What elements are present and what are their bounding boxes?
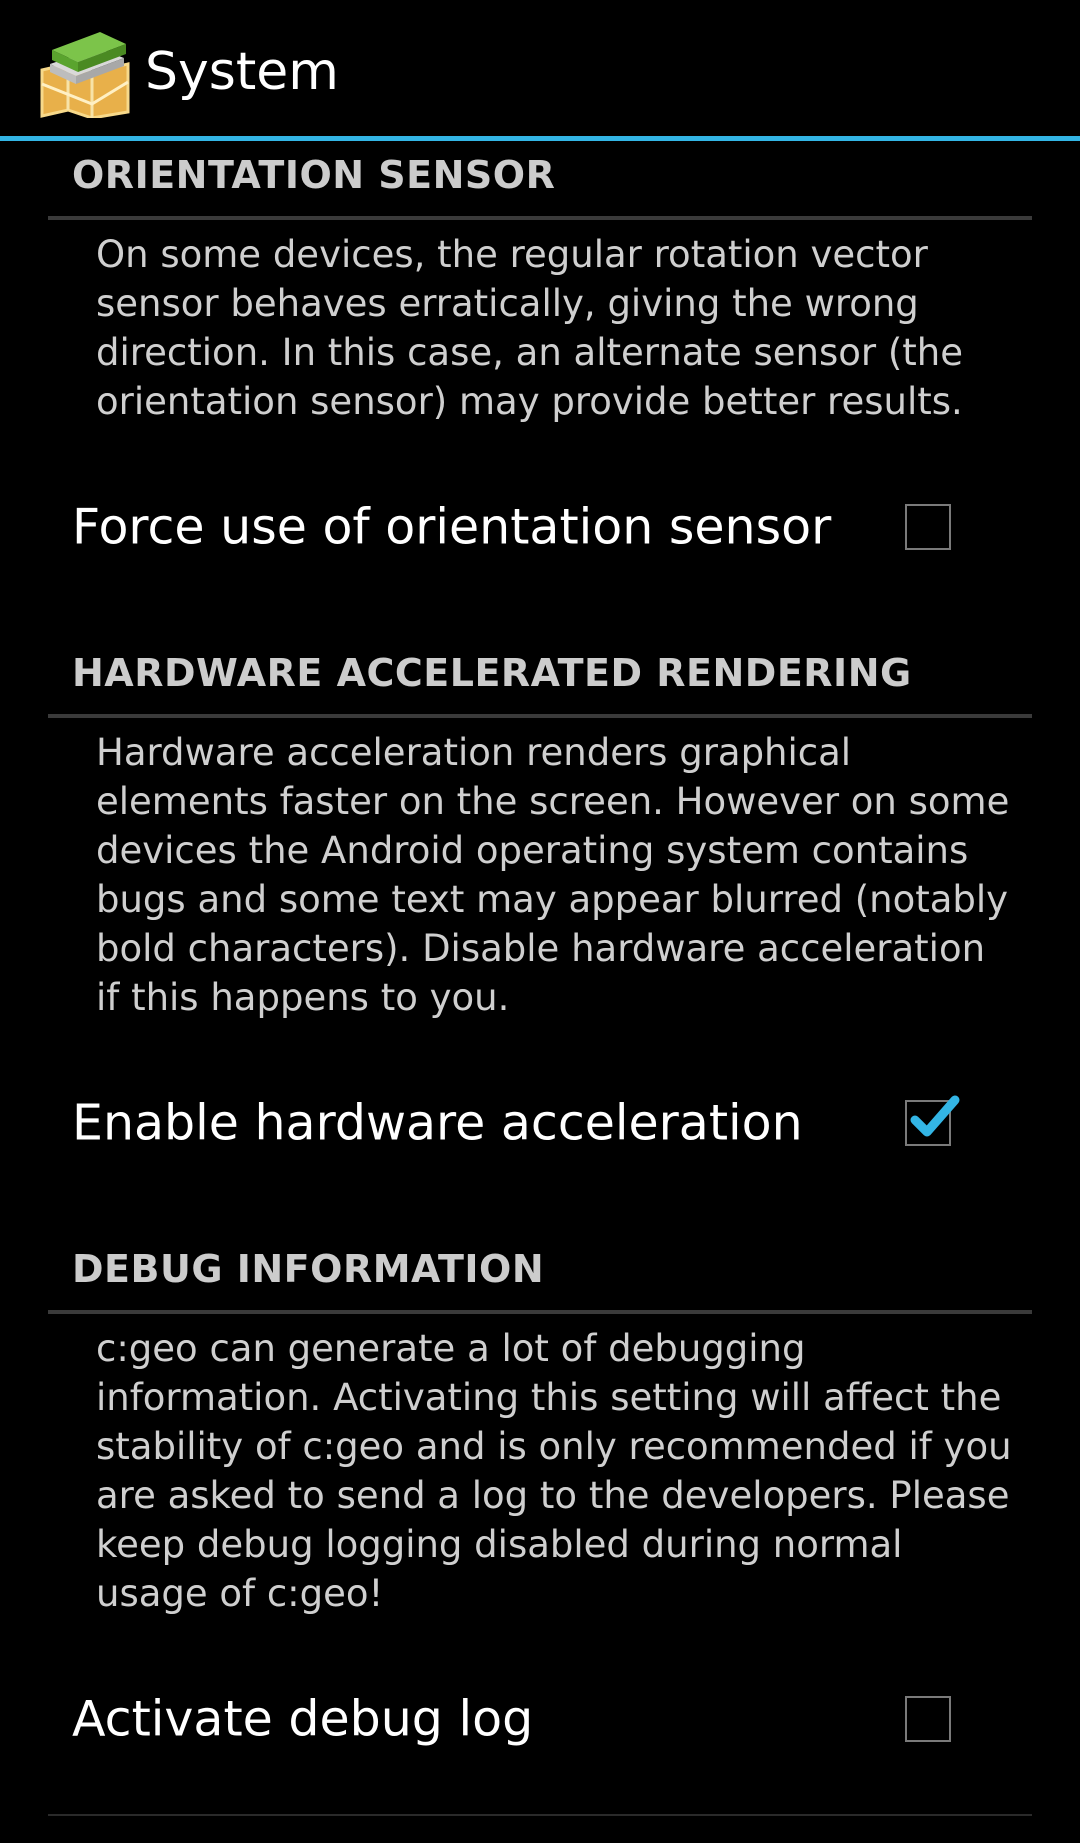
- section-divider: [48, 1310, 1032, 1314]
- section-header-hardware-acceleration: HARDWARE ACCELERATED RENDERING: [72, 651, 912, 695]
- force-orientation-sensor-checkbox[interactable]: [905, 504, 951, 550]
- pref-enable-hardware-acceleration[interactable]: Enable hardware acceleration: [0, 1048, 1080, 1198]
- pref-force-orientation-sensor[interactable]: Force use of orientation sensor: [0, 452, 1080, 602]
- pref-title: Enable hardware acceleration: [72, 1094, 803, 1152]
- pref-title: Force use of orientation sensor: [72, 498, 832, 556]
- page-title: System: [145, 42, 339, 102]
- section-header-debug-information: DEBUG INFORMATION: [72, 1247, 545, 1291]
- section-header-orientation-sensor: ORIENTATION SENSOR: [72, 153, 556, 197]
- section-description-hardware-acceleration: Hardware acceleration renders graphical …: [96, 731, 1010, 1019]
- pref-title: Activate debug log: [72, 1690, 534, 1748]
- section-description-orientation-sensor: On some devices, the regular rotation ve…: [96, 233, 964, 423]
- debug-log-checkbox[interactable]: [905, 1696, 951, 1742]
- pref-activate-debug-log[interactable]: Activate debug log: [0, 1644, 1080, 1794]
- app-icon[interactable]: [38, 24, 132, 120]
- list-divider: [48, 1814, 1032, 1816]
- hardware-acceleration-checkbox[interactable]: [905, 1095, 960, 1146]
- checkmark-icon: [910, 1095, 960, 1137]
- section-divider: [48, 714, 1032, 718]
- action-bar: System: [0, 0, 1080, 136]
- section-divider: [48, 216, 1032, 220]
- action-bar-divider: [0, 136, 1080, 141]
- section-description-debug-information: c:geo can generate a lot of debugging in…: [96, 1327, 1012, 1615]
